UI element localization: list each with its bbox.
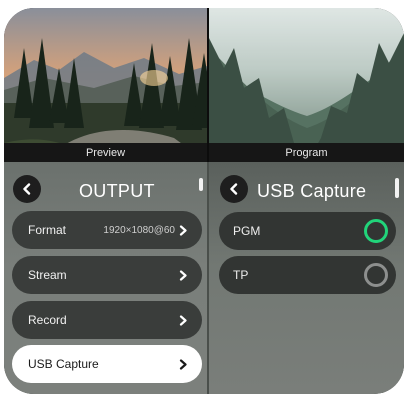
menu-item-usb-capture[interactable]: USB Capture [12,345,202,383]
stream-label: Stream [28,268,67,282]
usb-capture-title: USB Capture [257,181,367,201]
source-row-tp[interactable]: TP [219,256,396,294]
pgm-radio[interactable] [364,219,388,243]
output-back-button[interactable] [13,175,41,203]
usb-capture-panel: USB Capture PGM TP [209,162,404,394]
program-monitor: Program [209,8,404,162]
output-scrollbar[interactable] [199,178,203,191]
source-row-pgm[interactable]: PGM [219,212,396,250]
preview-label: Preview [4,143,207,162]
chevron-right-icon [179,224,187,236]
tp-label: TP [233,268,249,282]
chevron-left-icon [23,183,31,195]
chevron-right-icon [179,314,187,326]
preview-monitor: Preview [4,8,207,162]
tp-radio[interactable] [364,263,388,287]
program-label: Program [209,143,404,162]
chevron-left-icon [230,183,238,195]
chevron-right-icon [179,358,187,370]
output-panel: OUTPUT Format 1920×1080@60 Stream Record… [4,162,207,394]
usb-scrollbar[interactable] [395,178,399,198]
program-image [209,8,404,162]
usb-capture-label: USB Capture [28,357,99,371]
menu-item-format[interactable]: Format 1920×1080@60 [12,211,202,249]
output-title: OUTPUT [79,181,155,201]
chevron-right-icon [179,269,187,281]
record-label: Record [28,313,67,327]
format-label: Format [28,223,67,237]
menu-item-stream[interactable]: Stream [12,256,202,294]
usb-back-button[interactable] [220,175,248,203]
preview-image [4,8,207,162]
menu-item-record[interactable]: Record [12,301,202,339]
format-value: 1920×1080@60 [103,224,175,236]
pgm-label: PGM [233,224,261,238]
device-screen: Preview Program OUTPUT Format 1920×1080@… [4,8,404,394]
